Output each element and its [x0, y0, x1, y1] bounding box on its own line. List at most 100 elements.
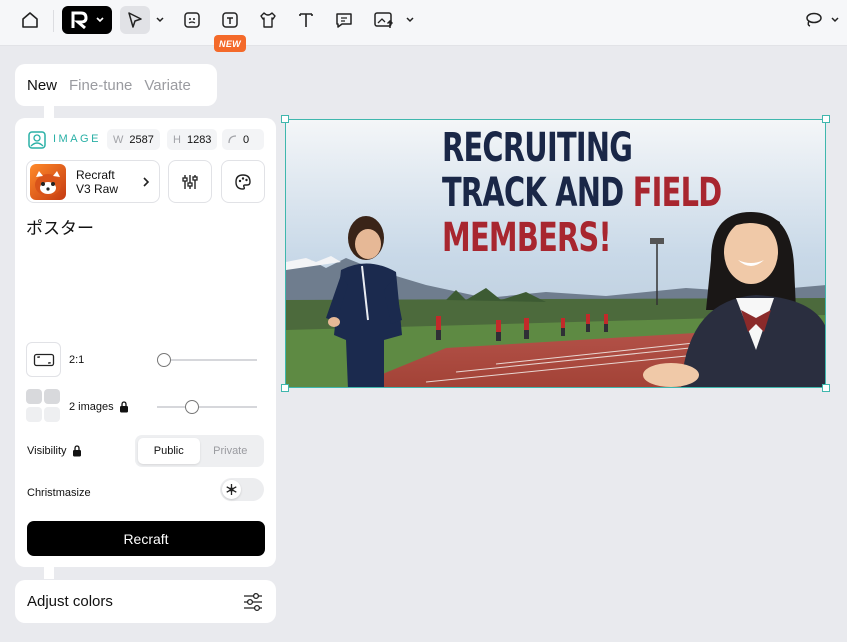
mockup-tool-button[interactable] — [216, 6, 244, 34]
christmasize-label: Christmasize — [27, 487, 91, 499]
poster-headline: RECRUITING TRACK AND FIELD MEMBERS! — [442, 125, 722, 261]
height-value: 1283 — [186, 133, 212, 146]
visibility-toggle: Public Private — [135, 435, 264, 467]
image-count-value: 2 images — [69, 401, 114, 413]
model-name: Recraft V3 Raw — [76, 168, 141, 196]
top-toolbar: NEW — [0, 0, 847, 52]
resize-handle-bottom-left[interactable] — [281, 384, 289, 392]
lasso-tool-dropdown[interactable] — [828, 6, 842, 34]
tab-variate[interactable]: Variate — [144, 77, 190, 94]
resize-handle-bottom-right[interactable] — [822, 384, 830, 392]
text-tool-button[interactable] — [292, 6, 320, 34]
mode-tabs: New Fine-tune Variate — [15, 64, 217, 106]
width-value: 2587 — [129, 133, 154, 146]
chat-icon — [336, 13, 352, 28]
adjust-sliders-icon[interactable] — [242, 592, 264, 612]
resize-handle-top-right[interactable] — [822, 115, 830, 123]
tshirt-icon — [260, 12, 276, 28]
generation-panel: IMAGE W 2587 H 1283 0 Recraft V3 Raw ポスタ… — [15, 118, 276, 567]
select-tool-dropdown[interactable] — [152, 6, 168, 34]
aspect-ratio-icon — [33, 353, 54, 366]
poster-line-1: RECRUITING — [442, 125, 633, 171]
tshirt-stamp-icon — [222, 12, 238, 28]
toolbar-divider — [53, 10, 54, 32]
chevron-down-icon — [156, 17, 164, 23]
recraft-logo-icon — [71, 11, 88, 30]
christmasize-toggle[interactable] — [220, 478, 264, 501]
grid-cell — [44, 407, 60, 422]
poster-line-3: MEMBERS! — [442, 215, 612, 261]
adjust-colors-bar[interactable]: Adjust colors — [15, 580, 276, 623]
new-badge: NEW — [214, 35, 246, 52]
grid-cell — [26, 407, 42, 422]
width-field[interactable]: W 2587 — [107, 129, 160, 150]
comment-tool-button[interactable] — [330, 6, 358, 34]
image-upload-icon — [374, 12, 394, 28]
chevron-down-icon — [95, 17, 104, 23]
image-count-button[interactable] — [26, 389, 62, 423]
image-count-slider-knob[interactable] — [185, 400, 199, 414]
chevron-down-icon — [831, 17, 839, 23]
aspect-ratio-value: 2:1 — [69, 354, 85, 366]
aspect-ratio-button[interactable] — [26, 342, 61, 377]
model-thumbnail — [30, 163, 66, 200]
text-icon — [299, 13, 313, 27]
face-icon — [184, 12, 200, 28]
face-tool-button[interactable] — [178, 6, 206, 34]
chevron-down-icon — [406, 17, 414, 23]
recraft-generate-button[interactable]: Recraft — [27, 521, 265, 556]
palette-icon — [235, 173, 251, 190]
visibility-label: Visibility — [27, 445, 67, 457]
image-tool-button[interactable] — [370, 6, 398, 34]
adjust-colors-label: Adjust colors — [27, 593, 113, 610]
width-label: W — [113, 133, 124, 146]
height-label: H — [173, 133, 181, 146]
lasso-tool-button[interactable] — [800, 6, 826, 34]
logo-menu-button[interactable] — [62, 6, 112, 34]
home-icon — [22, 12, 38, 28]
panel-connector — [44, 567, 54, 579]
settings-sliders-button[interactable] — [168, 160, 212, 203]
model-selector[interactable]: Recraft V3 Raw — [26, 160, 160, 203]
visibility-public-option[interactable]: Public — [138, 438, 200, 464]
height-field[interactable]: H 1283 — [167, 129, 218, 150]
select-tool-button[interactable] — [120, 6, 150, 34]
visibility-row: Visibility — [27, 445, 82, 457]
home-button[interactable] — [16, 6, 44, 34]
aspect-ratio-slider-knob[interactable] — [157, 353, 171, 367]
image-tool-dropdown[interactable] — [402, 6, 418, 34]
rotation-field[interactable]: 0 — [222, 129, 264, 150]
chevron-right-icon — [143, 176, 150, 187]
tab-fine-tune[interactable]: Fine-tune — [69, 77, 132, 94]
resize-handle-top-left[interactable] — [281, 115, 289, 123]
toggle-knob — [222, 480, 241, 499]
sliders-icon — [182, 174, 198, 189]
cursor-icon — [128, 12, 142, 28]
visibility-private-option[interactable]: Private — [200, 438, 262, 464]
panel-connector — [44, 106, 54, 118]
apparel-tool-button[interactable] — [254, 6, 282, 34]
image-count-row: 2 images — [69, 401, 129, 413]
red-panda-icon — [35, 170, 61, 196]
model-name-line2: V3 Raw — [76, 181, 119, 196]
grid-cell — [26, 389, 42, 404]
lock-icon — [119, 401, 128, 413]
poster-line-2b: FIELD — [632, 170, 722, 216]
poster-line-2a: TRACK AND — [442, 170, 633, 216]
lasso-icon — [806, 12, 822, 27]
model-name-line1: Recraft — [76, 167, 115, 182]
poster-line-2: TRACK AND FIELD — [442, 170, 722, 216]
rotation-icon — [228, 135, 237, 144]
rotation-value: 0 — [243, 133, 250, 146]
aspect-ratio-slider[interactable] — [162, 359, 257, 361]
style-palette-button[interactable] — [221, 160, 265, 203]
image-icon — [28, 131, 46, 149]
lock-icon — [72, 445, 81, 457]
image-count-slider[interactable] — [157, 406, 257, 408]
tab-new[interactable]: New — [27, 77, 57, 94]
grid-cell — [44, 389, 60, 404]
prompt-input[interactable]: ポスター — [26, 214, 94, 239]
image-type-label: IMAGE — [53, 133, 101, 145]
snowflake-icon — [226, 484, 237, 495]
generated-poster-image[interactable]: RECRUITING TRACK AND FIELD MEMBERS! — [285, 119, 826, 388]
